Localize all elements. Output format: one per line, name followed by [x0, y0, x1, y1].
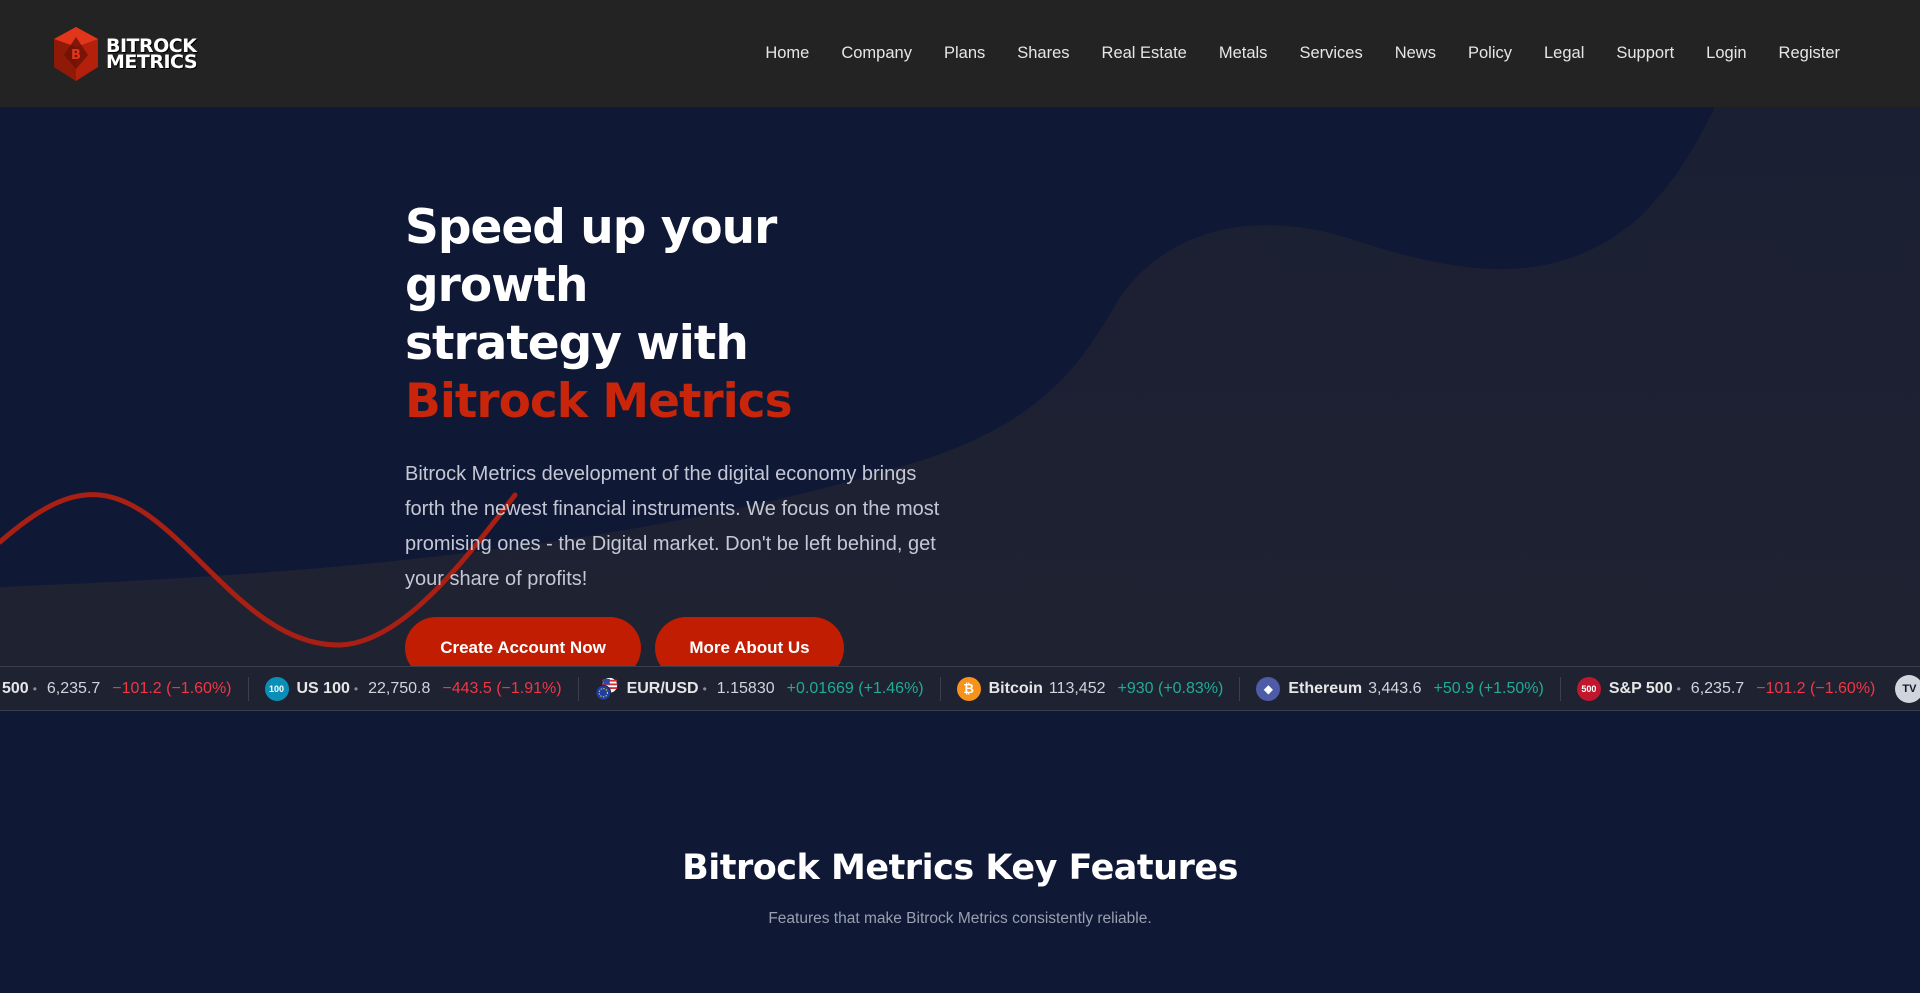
create-account-button[interactable]: Create Account Now: [405, 617, 641, 667]
main-nav: Home Company Plans Shares Real Estate Me…: [749, 44, 1856, 63]
ticker-price: 113,452: [1048, 679, 1106, 697]
ticker-change: +0.01669 (+1.46%): [786, 679, 924, 697]
ticker-change: −443.5 (−1.91%): [442, 679, 562, 697]
nav-legal[interactable]: Legal: [1528, 44, 1600, 63]
nav-news[interactable]: News: [1379, 44, 1452, 63]
nav-real-estate[interactable]: Real Estate: [1086, 44, 1203, 63]
ethereum-icon: ◆: [1256, 676, 1281, 701]
nav-shares[interactable]: Shares: [1001, 44, 1085, 63]
nav-company[interactable]: Company: [825, 44, 928, 63]
ticker-change: +50.9 (+1.50%): [1433, 679, 1544, 697]
ticker-dot: •: [1676, 681, 1681, 696]
features-title: Bitrock Metrics Key Features: [682, 848, 1238, 888]
hero-description: Bitrock Metrics development of the digit…: [405, 463, 940, 590]
bitcoin-icon: ₿: [956, 676, 981, 701]
ticker-item-ethereum[interactable]: ◆ Ethereum 3,443.6 +50.9 (+1.50%): [1240, 676, 1561, 701]
ticker-item-bitcoin[interactable]: ₿ Bitcoin 113,452 +930 (+0.83%): [941, 676, 1241, 701]
ticker-price: 6,235.7: [46, 679, 101, 697]
nav-plans[interactable]: Plans: [928, 44, 1001, 63]
nav-home[interactable]: Home: [749, 44, 825, 63]
ticker-price: 22,750.8: [368, 679, 431, 697]
brand-wordmark: BITROCK METRICS: [106, 36, 198, 73]
ticker-change: +930 (+0.83%): [1117, 679, 1224, 697]
nav-services[interactable]: Services: [1283, 44, 1378, 63]
ticker-item-sp500-partial[interactable]: 500 • 6,235.7 −101.2 (−1.60%): [2, 676, 249, 701]
ticker-change: −101.2 (−1.60%): [1756, 679, 1876, 697]
ticker-item-eurusd[interactable]: EUR/USD • 1.15830 +0.01669 (+1.46%): [579, 676, 941, 701]
ticker-track: 500 • 6,235.7 −101.2 (−1.60%) 100 US 100…: [2, 674, 1920, 703]
ticker-change: −101.2 (−1.60%): [112, 679, 232, 697]
hero-content: Speed up your growth strategy with Bitro…: [405, 199, 945, 667]
nav-register[interactable]: Register: [1763, 44, 1856, 63]
us100-icon: 100: [264, 676, 289, 701]
hero-title-accent: Bitrock Metrics: [405, 374, 793, 429]
sp500-icon: 500: [1576, 676, 1601, 701]
more-about-us-button[interactable]: More About Us: [655, 617, 844, 667]
ticker-symbol: EUR/USD: [626, 679, 699, 697]
nav-support[interactable]: Support: [1600, 44, 1690, 63]
ticker-item-sp500[interactable]: 500 S&P 500 • 6,235.7 −101.2 (−1.60%): [1561, 676, 1892, 701]
hero-section: Speed up your growth strategy with Bitro…: [0, 107, 1920, 667]
brand-wordmark-line2: METRICS: [106, 50, 198, 73]
ticker-price: 3,443.6: [1368, 679, 1422, 697]
ticker-price: 6,235.7: [1690, 679, 1745, 697]
brand-logo[interactable]: B BITROCK METRICS: [50, 25, 198, 83]
top-navbar: B BITROCK METRICS Home Company Plans Sha…: [0, 0, 1920, 107]
eur-usd-flags-icon: [595, 677, 619, 701]
features-section: Bitrock Metrics Key Features Features th…: [0, 711, 1920, 993]
features-subtitle: Features that make Bitrock Metrics consi…: [768, 910, 1152, 927]
market-ticker: 500 • 6,235.7 −101.2 (−1.60%) 100 US 100…: [0, 666, 1920, 711]
tradingview-icon[interactable]: TV: [1895, 674, 1920, 703]
ticker-symbol: Ethereum: [1288, 679, 1363, 697]
ticker-dot: •: [702, 681, 707, 696]
hero-title: Speed up your growth strategy with Bitro…: [405, 199, 945, 431]
hero-background-shapes: [0, 107, 1920, 667]
dice-logo-icon: B: [54, 26, 98, 81]
ticker-symbol: 500: [2, 679, 29, 697]
ticker-symbol: US 100: [296, 679, 350, 697]
ticker-dot: •: [353, 681, 359, 696]
hero-title-line1: Speed up your growth: [405, 200, 777, 313]
ticker-dot: •: [32, 681, 37, 696]
ticker-symbol: S&P 500: [1608, 679, 1673, 697]
ticker-item-us100[interactable]: 100 US 100 • 22,750.8 −443.5 (−1.91%): [249, 676, 579, 701]
nav-policy[interactable]: Policy: [1452, 44, 1528, 63]
nav-login[interactable]: Login: [1690, 44, 1762, 63]
ticker-price: 1.15830: [716, 679, 775, 697]
hero-buttons: Create Account Now More About Us: [405, 617, 945, 667]
svg-text:B: B: [71, 48, 81, 63]
nav-metals[interactable]: Metals: [1203, 44, 1284, 63]
hero-title-line2: strategy with: [405, 316, 749, 371]
ticker-symbol: Bitcoin: [988, 679, 1043, 697]
